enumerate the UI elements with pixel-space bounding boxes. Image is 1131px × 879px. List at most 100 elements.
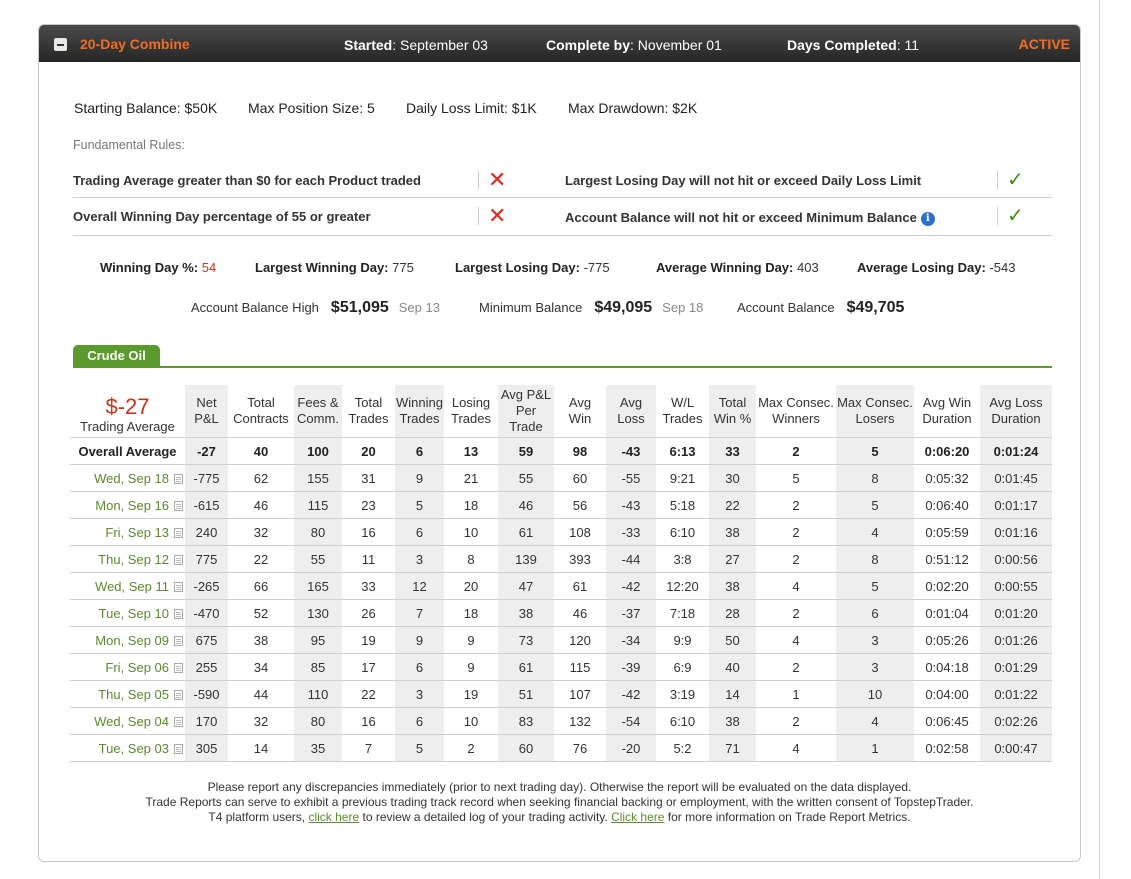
detailed-log-link[interactable]: click here: [308, 810, 359, 824]
col-total-contracts[interactable]: Total Contracts: [228, 385, 294, 438]
report-document-icon[interactable]: [174, 663, 183, 674]
day-link-cell[interactable]: Wed, Sep 11: [70, 572, 185, 600]
table-cell: 240: [185, 518, 228, 546]
report-document-icon[interactable]: [174, 555, 183, 566]
average-losing-day-label: Average Losing Day:: [857, 260, 986, 275]
table-cell: -42: [606, 680, 656, 708]
day-date[interactable]: Mon, Sep 16: [95, 498, 169, 513]
table-cell: -37: [606, 599, 656, 627]
table-cell: 0:01:29: [980, 653, 1052, 681]
table-cell: 18: [444, 491, 498, 519]
table-cell: 9: [395, 626, 444, 654]
report-document-icon[interactable]: [174, 717, 183, 728]
table-cell: 9:9: [656, 626, 709, 654]
tab-crude-oil[interactable]: Crude Oil: [73, 345, 160, 367]
day-date[interactable]: Fri, Sep 13: [105, 525, 169, 540]
day-date[interactable]: Thu, Sep 05: [98, 687, 169, 702]
day-date[interactable]: Tue, Sep 10: [99, 606, 169, 621]
overall-average-row: Overall Average -27 40 100 20 6 13 59 98 -43 6:13 3…: [70, 437, 1052, 465]
report-document-icon[interactable]: [174, 474, 183, 485]
day-link-cell[interactable]: Thu, Sep 12: [70, 545, 185, 573]
day-link-cell[interactable]: Mon, Sep 16: [70, 491, 185, 519]
table-cell: 35: [294, 734, 342, 762]
report-metrics-link[interactable]: Click here: [611, 810, 664, 824]
account-balance-amount: $49,705: [846, 299, 905, 316]
table-cell: 0:00:56: [980, 545, 1052, 573]
report-document-icon[interactable]: [174, 609, 183, 620]
table-cell: 5: [395, 734, 444, 762]
day-date[interactable]: Wed, Sep 18: [94, 471, 169, 486]
day-link-cell[interactable]: Wed, Sep 18: [70, 464, 185, 492]
page-right-border: [1099, 0, 1100, 879]
col-avg-win-duration[interactable]: Avg Win Duration: [914, 385, 980, 438]
col-net-pl[interactable]: Net P&L: [185, 385, 228, 438]
col-losing-trades[interactable]: Losing Trades: [444, 385, 498, 438]
table-cell: 130: [294, 599, 342, 627]
table-cell: 0:02:26: [980, 707, 1052, 735]
col-avg-win[interactable]: Avg Win: [554, 385, 606, 438]
day-date[interactable]: Wed, Sep 04: [94, 714, 169, 729]
col-total-win-pct[interactable]: Total Win %: [709, 385, 756, 438]
footer-text: to review a detailed log of your trading…: [362, 810, 608, 824]
days-completed-label: Days Completed: [787, 37, 897, 53]
combine-header-bar: 20-Day Combine Started: September 03 Com…: [39, 25, 1080, 62]
info-icon[interactable]: i: [920, 211, 935, 226]
complete-by-date: Complete by: November 01: [546, 37, 722, 53]
day-link-cell[interactable]: Mon, Sep 09: [70, 626, 185, 654]
report-document-icon[interactable]: [174, 501, 183, 512]
table-cell: 18: [444, 599, 498, 627]
table-cell: 44: [228, 680, 294, 708]
table-cell: 52: [228, 599, 294, 627]
table-cell: 71: [709, 734, 756, 762]
day-date[interactable]: Tue, Sep 03: [99, 741, 169, 756]
table-cell: 0:51:12: [914, 545, 980, 573]
report-document-icon[interactable]: [174, 528, 183, 539]
col-max-consec-winners[interactable]: Max Consec. Winners: [756, 385, 836, 438]
table-cell: 4: [756, 572, 836, 600]
report-document-icon[interactable]: [174, 636, 183, 647]
report-document-icon[interactable]: [174, 690, 183, 701]
report-document-icon[interactable]: [174, 744, 183, 755]
table-cell: 100: [294, 437, 342, 465]
table-cell: 5:2: [656, 734, 709, 762]
table-cell: 2: [756, 491, 836, 519]
day-link-cell[interactable]: Wed, Sep 04: [70, 707, 185, 735]
rule-winning-day-percentage: Overall Winning Day percentage of 55 or …: [73, 209, 371, 224]
table-cell: 46: [498, 491, 554, 519]
table-cell: 3:19: [656, 680, 709, 708]
col-avg-loss-duration[interactable]: Avg Loss Duration: [980, 385, 1052, 438]
account-balance-label: Account Balance: [737, 300, 835, 315]
col-avg-loss[interactable]: Avg Loss: [606, 385, 656, 438]
col-avg-pl-per-trade[interactable]: Avg P&L Per Trade: [498, 385, 554, 438]
table-cell: 59: [498, 437, 554, 465]
day-link-cell[interactable]: Tue, Sep 03: [70, 734, 185, 762]
table-row: Mon, Sep 16 -615 46 115 23 5 18 46 56 -43 5:18 22 2 5…: [70, 491, 1052, 519]
col-total-trades[interactable]: Total Trades: [342, 385, 395, 438]
collapse-icon[interactable]: [54, 38, 67, 51]
table-cell: 61: [498, 518, 554, 546]
report-document-icon[interactable]: [174, 582, 183, 593]
day-date[interactable]: Thu, Sep 12: [98, 552, 169, 567]
day-link-cell[interactable]: Fri, Sep 06: [70, 653, 185, 681]
table-cell: 0:06:45: [914, 707, 980, 735]
day-link-cell[interactable]: Thu, Sep 05: [70, 680, 185, 708]
col-winning-trades[interactable]: Winning Trades: [395, 385, 444, 438]
table-cell: 46: [228, 491, 294, 519]
day-link-cell[interactable]: Tue, Sep 10: [70, 599, 185, 627]
day-date[interactable]: Mon, Sep 09: [95, 633, 169, 648]
minimum-balance-date: Sep 18: [662, 300, 704, 315]
col-max-consec-losers[interactable]: Max Consec. Losers: [836, 385, 914, 438]
table-cell: 12: [395, 572, 444, 600]
col-fees-comm[interactable]: Fees & Comm.: [294, 385, 342, 438]
complete-by-label: Complete by: [546, 37, 631, 53]
combine-title[interactable]: 20-Day Combine: [80, 36, 190, 52]
day-link-cell[interactable]: Fri, Sep 13: [70, 518, 185, 546]
day-date[interactable]: Wed, Sep 11: [95, 579, 169, 594]
day-date[interactable]: Fri, Sep 06: [105, 660, 169, 675]
table-cell: 255: [185, 653, 228, 681]
table-cell: 0:05:26: [914, 626, 980, 654]
col-wl-trades[interactable]: W/L Trades: [656, 385, 709, 438]
table-cell: -44: [606, 545, 656, 573]
table-cell: 4: [836, 518, 914, 546]
account-balance-high-date: Sep 13: [398, 300, 440, 315]
